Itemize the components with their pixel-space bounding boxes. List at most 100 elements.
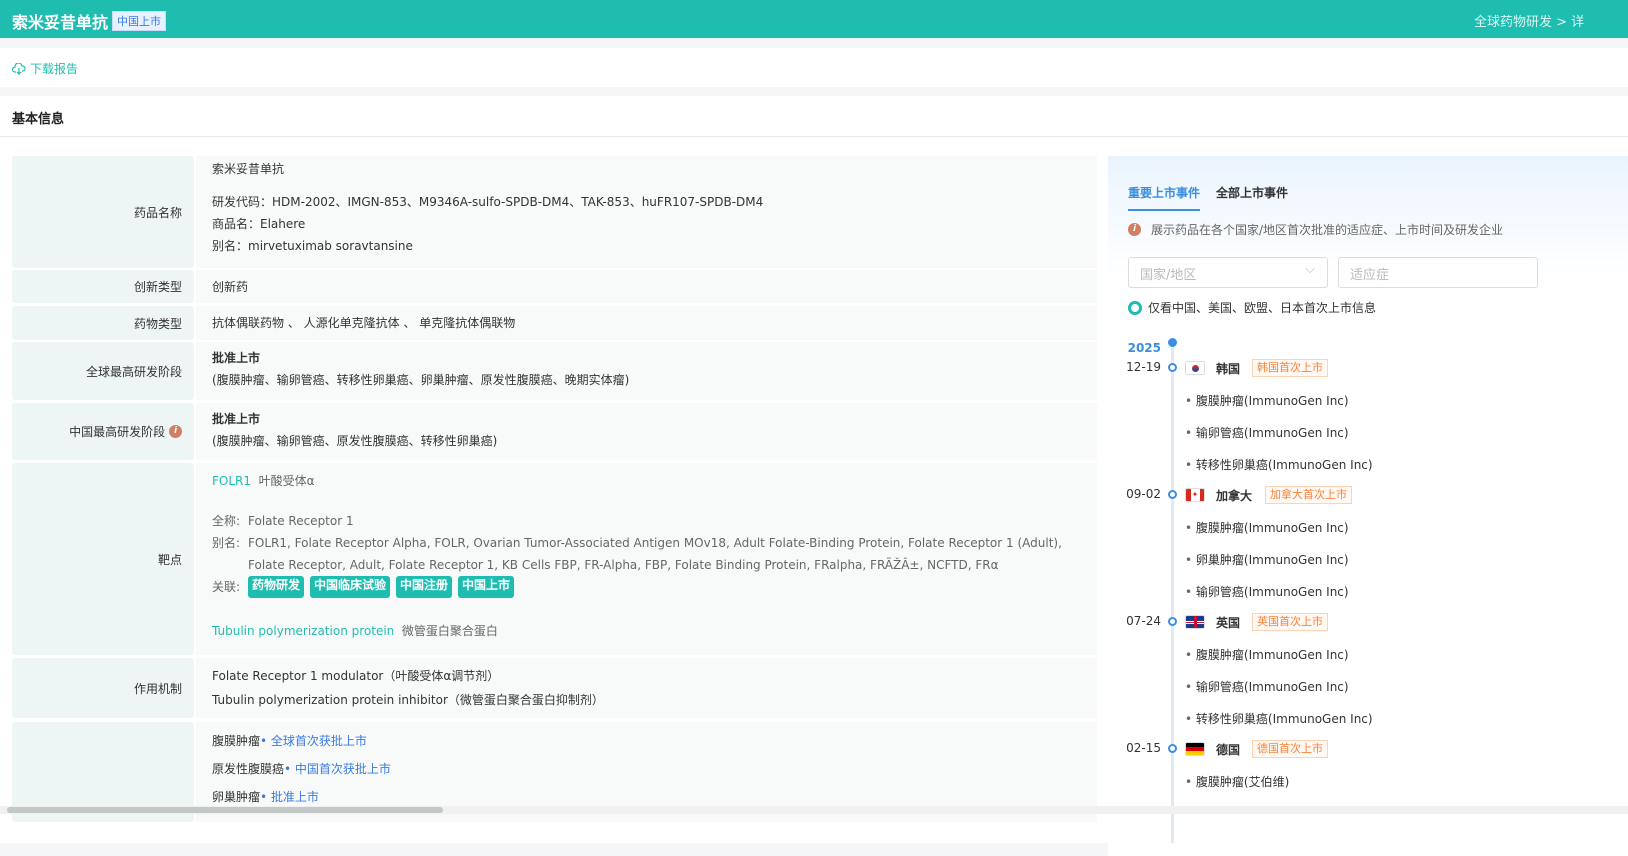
row-drug-name: 药品名称 索米妥昔单抗研发代码：HDM-2002、IMGN-853、M9346A… <box>12 156 1097 268</box>
download-report-button[interactable]: 下载报告 <box>12 60 78 77</box>
indication-text: 腹膜肿瘤(ImmunoGen Inc) <box>1195 521 1349 535</box>
timeline-line <box>1171 344 1174 843</box>
target-alias: FOLR1, Folate Receptor Alpha, FOLR, Ovar… <box>248 536 1062 572</box>
scrollbar-thumb[interactable] <box>7 807 443 813</box>
drug-name: 索米妥昔单抗 <box>212 162 285 176</box>
row-global-stage: 全球最高研发阶段 批准上市 (腹膜肿瘤、输卵管癌、转移性卵巢癌、卵巢肿瘤、原发性腹膜… <box>12 342 1097 400</box>
event-indication: • 腹膜肿瘤(艾伯维) <box>1185 775 1290 789</box>
flag-kr-icon <box>1185 361 1205 375</box>
event-date: 09-02 <box>1126 487 1161 501</box>
event-date: 12-19 <box>1126 360 1161 374</box>
event-indication: • 腹膜肿瘤(ImmunoGen Inc) <box>1185 648 1349 662</box>
row-target: 靶点 FOLR1 叶酸受体α 全称: Folate Receptor 1 别名: F… <box>12 463 1097 655</box>
event-indication: • 卵巢肿瘤(ImmunoGen Inc) <box>1185 553 1349 567</box>
download-label: 下载报告 <box>30 62 79 76</box>
status-badge: 中国上市 <box>112 11 166 31</box>
event-indication: • 输卵管癌(ImmunoGen Inc) <box>1185 426 1349 440</box>
label: 中国最高研发阶段 <box>69 425 166 439</box>
indications: (腹膜肿瘤、输卵管癌、转移性卵巢癌、卵巢肿瘤、原发性腹膜癌、晚期实体瘤) <box>212 373 630 387</box>
divider <box>0 136 1628 137</box>
only-major-toggle[interactable]: 仅看中国、美国、欧盟、日本首次上市信息 <box>1128 299 1376 316</box>
event-country: 英国 <box>1216 616 1241 630</box>
label: 全球最高研发阶段 <box>12 342 194 400</box>
timeline-dot <box>1168 744 1177 753</box>
indication-text: 卵巢肿瘤(ImmunoGen Inc) <box>1195 553 1349 567</box>
first-launch-badge: 韩国首次上市 <box>1252 359 1328 377</box>
event-indication: • 腹膜肿瘤(ImmunoGen Inc) <box>1185 521 1349 535</box>
flag-de-icon <box>1185 742 1205 756</box>
panel-note: 展示药品在各个国家/地区首次批准的适应症、上市时间及研发企业 <box>1151 223 1504 237</box>
indication-input[interactable]: 适应症 <box>1338 257 1538 288</box>
tab-key-events[interactable]: 重要上市事件 <box>1128 184 1201 211</box>
trade-name: 商品名：Elahere <box>212 217 306 231</box>
moa-2: Tubulin polymerization protein inhibitor… <box>212 693 604 707</box>
chevron-down-icon: ⌵ <box>1305 262 1315 277</box>
section-title: 基本信息 <box>12 112 65 127</box>
timeline-dot <box>1168 363 1177 372</box>
label: 药物类型 <box>12 306 194 340</box>
row-moa: 作用机制 Folate Receptor 1 modulator（叶酸受体α调节剂… <box>12 658 1097 718</box>
indication-text: 转移性卵巢癌(ImmunoGen Inc) <box>1195 712 1373 726</box>
row-china-stage: 中国最高研发阶段 i 批准上市 (腹膜肿瘤、输卵管癌、原发性腹膜癌、转移性卵巢癌) <box>12 403 1097 460</box>
first-launch-badge: 英国首次上市 <box>1252 613 1328 631</box>
timeline-dot <box>1168 490 1177 499</box>
event-indication: • 输卵管癌(ImmunoGen Inc) <box>1185 680 1349 694</box>
event-indication: • 转移性卵巢癌(ImmunoGen Inc) <box>1185 712 1373 726</box>
related-label: 关联: <box>212 580 241 594</box>
stage: 批准上市 <box>212 412 261 426</box>
info-icon[interactable]: i <box>169 425 182 438</box>
cloud-download-icon <box>12 62 26 75</box>
page-title: 索米妥昔单抗 <box>12 13 109 32</box>
indication-text: 腹膜肿瘤(ImmunoGen Inc) <box>1195 648 1349 662</box>
indication-status: • 批准上市 <box>260 790 319 804</box>
target-link-tubulin[interactable]: Tubulin polymerization protein <box>212 624 394 638</box>
tag-china-launch[interactable]: 中国上市 <box>458 576 515 598</box>
indication-status: • 全球首次获批上市 <box>260 734 367 748</box>
stage: 批准上市 <box>212 351 261 365</box>
tag-drug-rd[interactable]: 药物研发 <box>248 576 305 598</box>
label: 药品名称 <box>12 156 194 268</box>
info-icon: i <box>1128 223 1141 236</box>
indication-text: 转移性卵巢癌(ImmunoGen Inc) <box>1195 458 1373 472</box>
indications: (腹膜肿瘤、输卵管癌、原发性腹膜癌、转移性卵巢癌) <box>212 434 498 448</box>
placeholder: 适应症 <box>1350 268 1390 283</box>
target-cn: 叶酸受体α <box>258 474 315 488</box>
flag-gb-icon <box>1185 615 1205 629</box>
label: 创新类型 <box>12 270 194 303</box>
indication-text: 输卵管癌(ImmunoGen Inc) <box>1195 680 1349 694</box>
event-country: 韩国 <box>1216 362 1241 376</box>
header: 索米妥昔单抗 中国上市 全球药物研发 > 详 <box>0 0 1628 38</box>
breadcrumb[interactable]: 全球药物研发 > 详 <box>1474 11 1584 30</box>
alias: 别名：mirvetuximab soravtansine <box>212 239 413 253</box>
tag-china-trial[interactable]: 中国临床试验 <box>310 576 391 598</box>
dev-codes: 研发代码：HDM-2002、IMGN-853、M9346A-sulfo-SPDB… <box>212 195 764 209</box>
row-drug-type: 药物类型 抗体偶联药物 、 人源化单克隆抗体 、 单克隆抗体偶联物 <box>12 306 1097 340</box>
tab-all-events[interactable]: 全部上市事件 <box>1216 184 1288 211</box>
indication: 原发性腹膜癌 <box>212 762 285 776</box>
moa-1: Folate Receptor 1 modulator（叶酸受体α调节剂） <box>212 669 500 683</box>
first-launch-badge: 德国首次上市 <box>1252 740 1328 758</box>
value: 抗体偶联药物 、 人源化单克隆抗体 、 单克隆抗体偶联物 <box>196 306 1097 340</box>
target-link-folr1[interactable]: FOLR1 <box>212 474 251 488</box>
event-date: 02-15 <box>1126 741 1161 755</box>
tag-china-registration[interactable]: 中国注册 <box>396 576 453 598</box>
radio-icon <box>1128 300 1142 315</box>
label: 作用机制 <box>12 658 194 718</box>
horizontal-scrollbar[interactable] <box>0 806 1628 814</box>
full-name-label: 全称: <box>212 514 241 528</box>
value: 创新药 <box>196 270 1097 303</box>
country-select[interactable]: 国家/地区 ⌵ <box>1128 257 1328 288</box>
indication: 腹膜肿瘤 <box>212 734 261 748</box>
target-cn: 微管蛋白聚合蛋白 <box>401 624 498 638</box>
first-launch-badge: 加拿大首次上市 <box>1265 486 1352 504</box>
event-country: 加拿大 <box>1216 489 1253 503</box>
event-date: 07-24 <box>1126 614 1161 628</box>
year-dot <box>1168 338 1177 347</box>
alias-label: 别名: <box>212 536 241 550</box>
toggle-label: 仅看中国、美国、欧盟、日本首次上市信息 <box>1148 301 1377 315</box>
indication-status: • 中国首次获批上市 <box>284 762 391 776</box>
full-name: Folate Receptor 1 <box>248 514 354 528</box>
row-innovation: 创新类型 创新药 <box>12 270 1097 303</box>
event-indication: • 输卵管癌(ImmunoGen Inc) <box>1185 585 1349 599</box>
placeholder: 国家/地区 <box>1140 268 1197 283</box>
